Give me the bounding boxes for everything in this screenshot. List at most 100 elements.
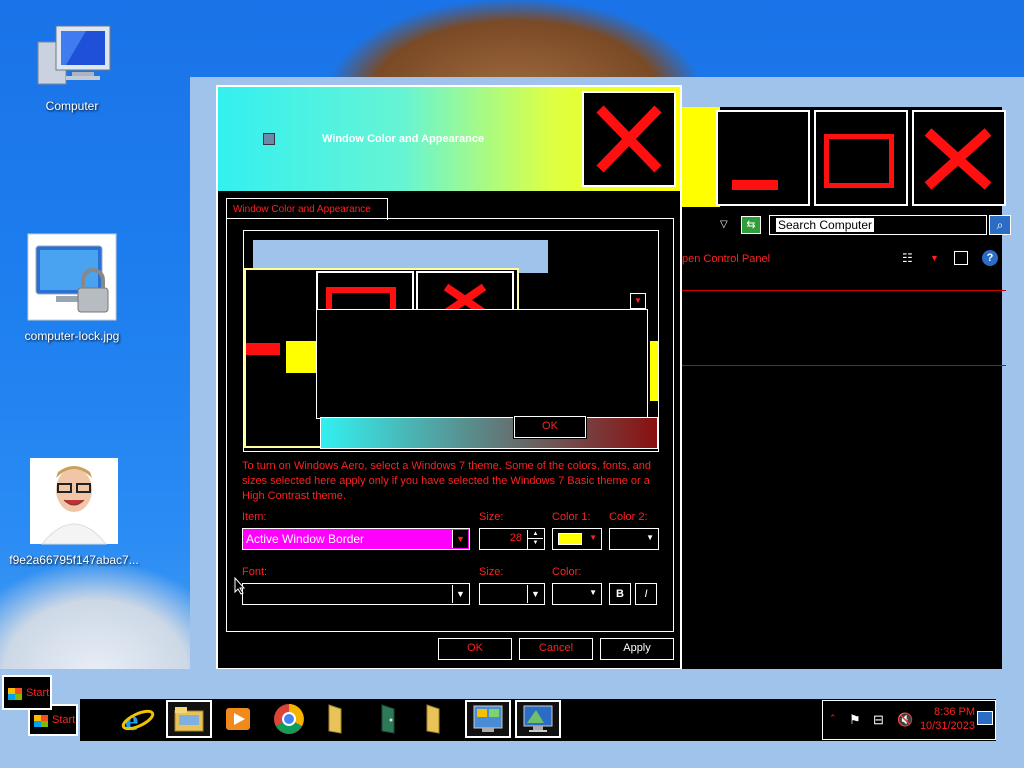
internet-explorer-icon: e	[121, 704, 155, 735]
clock[interactable]: 8:36 PM 10/31/2023	[920, 705, 975, 733]
stepper-up-icon[interactable]: ▲	[527, 530, 543, 539]
preview-close-button	[416, 271, 514, 317]
chevron-down-icon: ▼	[589, 533, 597, 542]
taskbar-internet-explorer[interactable]: e	[115, 700, 161, 738]
close-icon	[596, 105, 662, 173]
address-dropdown-arrow[interactable]: ▽	[720, 219, 728, 230]
refresh-button[interactable]: ⇆	[741, 216, 761, 234]
show-hidden-icons-button[interactable]: ⌃	[829, 713, 837, 724]
preview-pane-icon[interactable]	[954, 251, 968, 265]
chevron-down-icon: ▼	[589, 588, 597, 597]
tab-window-color[interactable]: Window Color and Appearance	[226, 198, 388, 220]
taskbar-display-settings[interactable]	[515, 700, 561, 738]
color2-picker[interactable]: ▼	[609, 528, 659, 550]
preview-gradient-bar	[320, 417, 658, 449]
font-color-picker[interactable]: ▼	[552, 583, 602, 605]
font-color-label: Color:	[552, 566, 582, 578]
folder-icon	[328, 704, 342, 734]
taskbar-chrome[interactable]	[266, 700, 312, 738]
windows-logo-icon	[8, 688, 22, 700]
taskbar-file-explorer[interactable]	[166, 700, 212, 738]
view-options-icon[interactable]: ☷	[902, 251, 913, 265]
app-icon	[263, 133, 275, 145]
taskbar-folder[interactable]	[314, 700, 360, 738]
clock-date: 10/31/2023	[919, 720, 975, 732]
color2-label: Color 2:	[609, 511, 648, 523]
action-center-flag-icon[interactable]: ⚑	[849, 712, 861, 728]
font-size-select[interactable]: ▼	[479, 583, 545, 605]
italic-toggle[interactable]: I	[635, 583, 657, 605]
aero-description: To turn on Windows Aero, select a Window…	[242, 460, 652, 502]
stepper-down-icon[interactable]: ▼	[527, 539, 543, 549]
breadcrumb-link[interactable]: pen Control Panel	[682, 253, 770, 265]
divider	[680, 365, 1006, 366]
desktop-icon-label: f9e2a66795f147abac7...	[9, 553, 139, 567]
chevron-down-icon: ▼	[527, 585, 543, 603]
appearance-preview[interactable]: ▼ OK	[243, 230, 659, 452]
display-settings-icon	[523, 705, 553, 732]
desktop-icon-label: Computer	[45, 99, 99, 113]
system-tray: ⌃ ⚑ ⊟ 🔇 8:36 PM 10/31/2023	[822, 700, 996, 740]
taskbar-exit-app[interactable]	[365, 700, 411, 738]
font-size-label: Size:	[479, 566, 504, 578]
taskbar: Start e ⌃ ⚑ ⊟ 🔇 8:36 PM 10/31/2023	[0, 669, 1024, 768]
control-panel-icon	[473, 705, 503, 732]
taskbar-control-panel[interactable]	[465, 700, 511, 738]
item-select[interactable]: Active Window Border ▼	[242, 528, 470, 550]
minimize-button[interactable]	[716, 110, 810, 206]
explorer-titlebar-strip	[680, 107, 720, 207]
tab-panel: ▼ OK To turn on Windows Aero, select a W…	[226, 218, 674, 632]
preview-message-box	[316, 309, 648, 419]
chrome-icon	[274, 704, 304, 734]
item-label: Item:	[242, 511, 267, 523]
chevron-down-icon: ▼	[646, 533, 654, 542]
photo-thumbnail-icon	[30, 458, 118, 545]
door-exit-icon	[381, 704, 395, 734]
computer-icon	[37, 25, 111, 85]
dialog-title: Window Color and Appearance	[322, 133, 485, 145]
size-label: Size:	[479, 511, 504, 523]
chevron-down-icon[interactable]: ▼	[930, 253, 939, 263]
desktop-icon-computer-lock[interactable]: computer-lock.jpg	[2, 232, 142, 343]
font-select[interactable]: ▼	[242, 583, 470, 605]
show-desktop-button[interactable]	[977, 711, 993, 725]
color1-picker[interactable]: ▼	[552, 528, 602, 550]
file-explorer-icon	[174, 707, 204, 732]
dialog-titlebar[interactable]: Window Color and Appearance	[218, 87, 680, 191]
volume-muted-icon[interactable]: 🔇	[897, 712, 913, 728]
maximize-icon	[824, 134, 894, 188]
chevron-down-icon: ▼	[452, 585, 468, 603]
search-button[interactable]: ⌕	[989, 215, 1011, 235]
chevron-down-icon: ▼	[452, 530, 468, 548]
desktop-icon-photo[interactable]: f9e2a66795f147abac7...	[2, 456, 146, 567]
preview-scrollbar	[650, 341, 658, 401]
image-file-icon	[27, 233, 117, 321]
start-label-overlay: Start	[26, 687, 50, 699]
help-icon[interactable]: ?	[982, 250, 998, 266]
maximize-button[interactable]	[814, 110, 908, 206]
search-input[interactable]: Search Computer	[769, 215, 987, 235]
desktop-icon-label: computer-lock.jpg	[24, 329, 120, 343]
ok-button[interactable]: OK	[437, 637, 513, 661]
apply-button[interactable]: Apply	[599, 637, 675, 661]
dialog-close-button[interactable]	[582, 91, 676, 187]
color1-label: Color 1:	[552, 511, 591, 523]
desktop-icon-computer[interactable]: Computer	[2, 22, 142, 113]
bold-toggle[interactable]: B	[609, 583, 631, 605]
start-button-overlay[interactable]: Start	[2, 675, 52, 710]
size-value: 28	[509, 532, 522, 544]
preview-minimize-bar	[246, 343, 280, 355]
close-icon	[924, 128, 992, 190]
preview-ok-button: OK	[513, 415, 587, 439]
divider	[680, 290, 1006, 291]
explorer-close-button[interactable]	[912, 110, 1006, 206]
taskbar-folder-2[interactable]	[412, 700, 458, 738]
size-stepper[interactable]: 28 ▲ ▼	[479, 528, 545, 550]
network-icon[interactable]: ⊟	[873, 712, 884, 728]
taskbar-media-player[interactable]	[215, 700, 261, 738]
folder-icon	[426, 704, 440, 734]
preview-dropdown-arrow: ▼	[630, 293, 646, 309]
color1-swatch	[558, 533, 582, 545]
windows-logo-icon	[34, 715, 48, 727]
cancel-button[interactable]: Cancel	[518, 637, 594, 661]
